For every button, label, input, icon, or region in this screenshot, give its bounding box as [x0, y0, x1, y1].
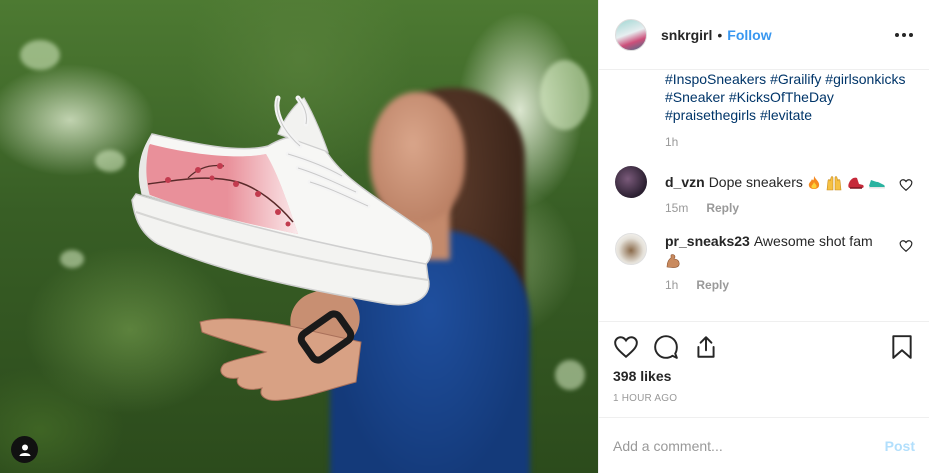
likes-count[interactable]: 398 likes	[613, 368, 915, 384]
bokeh-leaf	[60, 250, 84, 268]
bokeh-leaf	[95, 150, 125, 172]
bookmark-icon[interactable]	[889, 334, 915, 360]
heart-icon[interactable]	[613, 334, 639, 360]
comment-meta: 15m Reply	[665, 201, 890, 215]
bokeh-leaf	[20, 40, 60, 70]
fire-icon	[808, 176, 819, 190]
bokeh-leaf	[540, 60, 590, 130]
more-options-icon[interactable]	[895, 32, 913, 37]
comment-message: Dope sneakers	[708, 174, 803, 190]
comment-time[interactable]: 1h	[665, 278, 678, 292]
add-comment-bar: Post	[599, 417, 929, 473]
comment-item: d_vzn Dope sneakers 15m Reply	[615, 166, 913, 215]
reply-button[interactable]: Reply	[706, 201, 739, 215]
comment-heart-icon[interactable]	[899, 239, 913, 253]
comment-username[interactable]: d_vzn	[665, 174, 705, 190]
bokeh-leaf	[555, 360, 585, 390]
user-tag-icon[interactable]	[11, 436, 38, 463]
commenter-avatar[interactable]	[615, 233, 647, 266]
flexed-biceps-icon	[666, 253, 680, 268]
separator-dot: •	[717, 26, 723, 43]
sneaker-icon	[869, 180, 886, 189]
comment-heart-icon[interactable]	[899, 178, 913, 192]
comment-username[interactable]: pr_sneaks23	[665, 233, 750, 249]
caption-line: #Sneaker #KicksOfTheDay	[665, 89, 834, 105]
post-side-panel: snkrgirl • Follow #InspoSneakers #Graili…	[598, 0, 929, 473]
author-avatar[interactable]	[615, 18, 647, 51]
comment-body: pr_sneaks23 Awesome shot fam 1h Reply	[665, 233, 890, 291]
comments-list[interactable]: #InspoSneakers #Grailify #girlsonkicks #…	[599, 70, 929, 321]
post-actions: 398 likes 1 HOUR AGO	[599, 321, 929, 417]
comment-text: d_vzn Dope sneakers	[665, 173, 890, 191]
caption-time[interactable]: 1h	[615, 135, 913, 149]
author-username[interactable]: snkrgirl	[661, 27, 712, 43]
action-icons	[613, 332, 915, 362]
comment-meta: 1h Reply	[665, 278, 890, 292]
comment-time[interactable]: 15m	[665, 201, 688, 215]
caption-line: #praisethegirls #levitate	[665, 107, 813, 123]
post-photo[interactable]	[0, 0, 598, 473]
commenter-avatar[interactable]	[615, 166, 647, 198]
post-caption: #InspoSneakers #Grailify #girlsonkicks #…	[615, 70, 913, 124]
share-icon[interactable]	[693, 334, 719, 360]
post-header: snkrgirl • Follow	[599, 0, 929, 70]
comment-item: pr_sneaks23 Awesome shot fam 1h Reply	[615, 233, 913, 292]
comment-input[interactable]	[613, 437, 885, 454]
comment-text: pr_sneaks23 Awesome shot fam	[665, 232, 890, 268]
comment-icon[interactable]	[653, 334, 679, 360]
post-comment-button[interactable]: Post	[885, 438, 915, 454]
instagram-post: snkrgirl • Follow #InspoSneakers #Graili…	[0, 0, 929, 473]
reply-button[interactable]: Reply	[696, 278, 729, 292]
posted-time[interactable]: 1 HOUR AGO	[613, 393, 915, 404]
comment-body: d_vzn Dope sneakers 15m Reply	[665, 166, 890, 215]
sneaker	[131, 95, 433, 306]
caption-line: #InspoSneakers #Grailify #girlsonkicks	[665, 71, 906, 87]
follow-button[interactable]: Follow	[727, 27, 771, 43]
comment-message: Awesome shot fam	[753, 233, 873, 250]
raising-hands-icon	[826, 176, 841, 191]
running-shoe-red-icon	[847, 177, 864, 190]
person-silhouette-icon	[19, 444, 30, 456]
